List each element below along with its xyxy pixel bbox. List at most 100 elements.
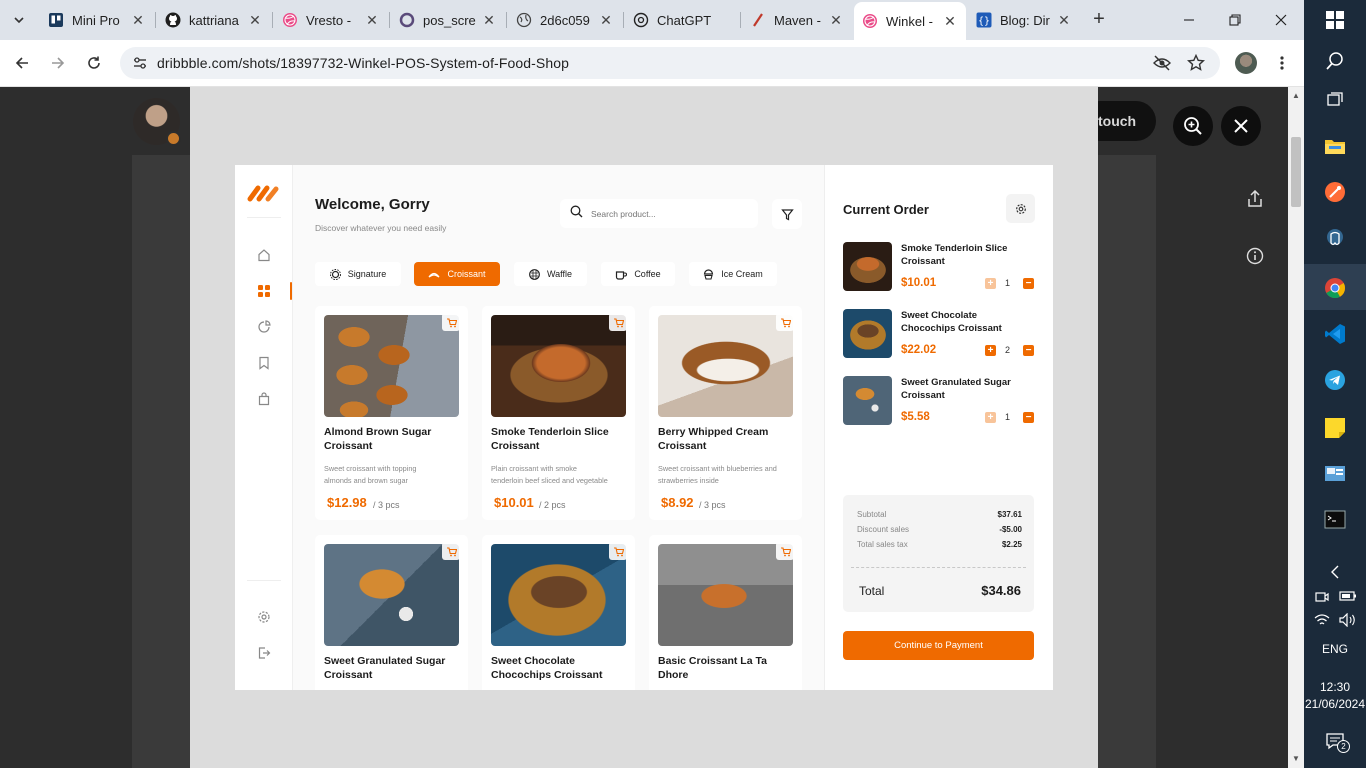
eye-off-icon[interactable]	[1153, 55, 1171, 76]
category-coffee[interactable]: Coffee	[601, 262, 675, 286]
file-explorer-icon[interactable]	[1323, 134, 1347, 158]
sticky-notes-icon[interactable]	[1323, 416, 1347, 440]
zoom-in-button[interactable]	[1173, 106, 1213, 146]
tab-winkel[interactable]: Winkel - ✕	[854, 2, 966, 40]
category-waffle[interactable]: Waffle	[514, 262, 587, 286]
close-tab-icon[interactable]: ✕	[364, 12, 380, 28]
product-card[interactable]: Smoke Tenderloin Slice Croissant Plain c…	[482, 306, 635, 520]
close-tab-icon[interactable]: ✕	[130, 12, 146, 28]
vscode-icon[interactable]	[1323, 322, 1347, 346]
increase-qty-button[interactable]: +	[985, 412, 996, 423]
page-scrollbar[interactable]: ▲ ▼	[1288, 87, 1304, 768]
product-card[interactable]: Sweet Chocolate Chocochips Croissant	[482, 535, 635, 690]
back-button[interactable]	[9, 50, 35, 76]
forward-button[interactable]	[45, 50, 71, 76]
increase-qty-button[interactable]: +	[985, 345, 996, 356]
info-icon[interactable]	[1242, 243, 1268, 269]
tab-mini-pro[interactable]: Mini Pro ✕	[40, 6, 154, 34]
close-tab-icon[interactable]: ✕	[1056, 12, 1072, 28]
decrease-qty-button[interactable]: −	[1023, 345, 1034, 356]
terminal-icon[interactable]	[1323, 508, 1347, 532]
home-icon[interactable]	[255, 246, 273, 264]
filter-button[interactable]	[772, 199, 802, 229]
postgresql-icon[interactable]	[1323, 226, 1347, 250]
tab-blog[interactable]: {} Blog: Dir ✕	[968, 6, 1080, 34]
category-signature[interactable]: Signature	[315, 262, 401, 286]
add-to-cart-button[interactable]	[442, 542, 460, 560]
input-language[interactable]: ENG	[1304, 642, 1366, 656]
address-bar[interactable]: dribbble.com/shots/18397732-Winkel-POS-S…	[120, 47, 1220, 79]
globe-icon	[516, 12, 532, 28]
postman-icon[interactable]	[1323, 180, 1347, 204]
tab-kattriana[interactable]: kattriana ✕	[157, 6, 271, 34]
control-panel-icon[interactable]	[1323, 462, 1347, 486]
trello-icon	[48, 12, 64, 28]
battery-icon[interactable]	[1336, 584, 1360, 608]
logout-icon[interactable]	[255, 644, 273, 662]
product-card[interactable]: Berry Whipped Cream Croissant Sweet croi…	[649, 306, 802, 520]
close-window-button[interactable]	[1258, 0, 1304, 40]
product-card[interactable]: Sweet Granulated Sugar Croissant	[315, 535, 468, 690]
settings-gear-icon[interactable]	[255, 608, 273, 626]
new-tab-button[interactable]: +	[1088, 9, 1110, 31]
add-to-cart-button[interactable]	[776, 542, 794, 560]
add-to-cart-button[interactable]	[776, 313, 794, 331]
winkel-pos-app: Welcome, Gorry Discover whatever you nee…	[235, 165, 1053, 690]
category-ice-cream[interactable]: Ice Cream	[689, 262, 777, 286]
meet-now-icon[interactable]	[1310, 584, 1334, 608]
close-shot-button[interactable]	[1221, 106, 1261, 146]
task-view-icon[interactable]	[1323, 88, 1347, 112]
volume-icon[interactable]	[1336, 608, 1360, 632]
cart-icon	[780, 317, 791, 327]
scroll-thumb[interactable]	[1291, 137, 1301, 207]
tab-pos-scre[interactable]: pos_scre ✕	[391, 6, 505, 34]
profile-avatar[interactable]	[1235, 52, 1257, 74]
bookmark-star-icon[interactable]	[1186, 53, 1206, 77]
telegram-icon[interactable]	[1323, 368, 1347, 392]
tab-maven[interactable]: Maven - ✕	[742, 6, 852, 34]
windows-start-icon[interactable]	[1323, 8, 1347, 32]
clock-time[interactable]: 12:30	[1304, 680, 1366, 694]
browser-menu-icon[interactable]	[1269, 50, 1295, 76]
add-to-cart-button[interactable]	[609, 313, 627, 331]
ice-cream-icon	[704, 268, 714, 280]
tab-chatgpt[interactable]: ChatGPT	[625, 6, 739, 34]
category-croissant[interactable]: Croissant	[414, 262, 500, 286]
search-input[interactable]	[591, 208, 741, 219]
wifi-icon[interactable]	[1310, 608, 1334, 632]
tab-search-button[interactable]	[8, 9, 30, 31]
show-hidden-icons-chevron-icon[interactable]	[1323, 560, 1347, 584]
decrease-qty-button[interactable]: −	[1023, 278, 1034, 289]
chrome-icon[interactable]	[1323, 276, 1347, 300]
continue-to-payment-button[interactable]: Continue to Payment	[843, 631, 1034, 660]
close-tab-icon[interactable]: ✕	[481, 12, 497, 28]
order-settings-button[interactable]	[1006, 194, 1035, 223]
search-icon[interactable]	[1323, 49, 1347, 73]
product-search[interactable]	[560, 199, 758, 228]
bookmark-icon[interactable]	[255, 354, 273, 372]
minimize-button[interactable]	[1166, 0, 1212, 40]
current-order-panel: Current Order Smoke Tenderloin Slice Cro…	[824, 165, 1053, 690]
tab-2d6c059[interactable]: 2d6c059 ✕	[508, 6, 622, 34]
close-tab-icon[interactable]: ✕	[828, 12, 844, 28]
add-to-cart-button[interactable]	[442, 313, 460, 331]
add-to-cart-button[interactable]	[609, 542, 627, 560]
analytics-icon[interactable]	[255, 318, 273, 336]
share-icon[interactable]	[1242, 186, 1268, 212]
restore-button[interactable]	[1212, 0, 1258, 40]
openai-icon	[633, 12, 649, 28]
reload-button[interactable]	[81, 50, 107, 76]
product-price: $12.98	[327, 495, 367, 510]
product-card[interactable]: Almond Brown Sugar Croissant Sweet crois…	[315, 306, 468, 520]
site-info-icon[interactable]	[132, 55, 148, 76]
close-tab-icon[interactable]: ✕	[247, 12, 263, 28]
close-tab-icon[interactable]: ✕	[598, 12, 614, 28]
tab-vresto[interactable]: Vresto - ✕	[274, 6, 388, 34]
product-card[interactable]: Basic Croissant La Ta Dhore	[649, 535, 802, 690]
increase-qty-button[interactable]: +	[985, 278, 996, 289]
decrease-qty-button[interactable]: −	[1023, 412, 1034, 423]
dashboard-grid-icon[interactable]	[255, 282, 273, 300]
close-tab-icon[interactable]: ✕	[942, 13, 958, 29]
clock-date[interactable]: 21/06/2024	[1304, 697, 1366, 711]
shopping-bag-icon[interactable]	[255, 390, 273, 408]
